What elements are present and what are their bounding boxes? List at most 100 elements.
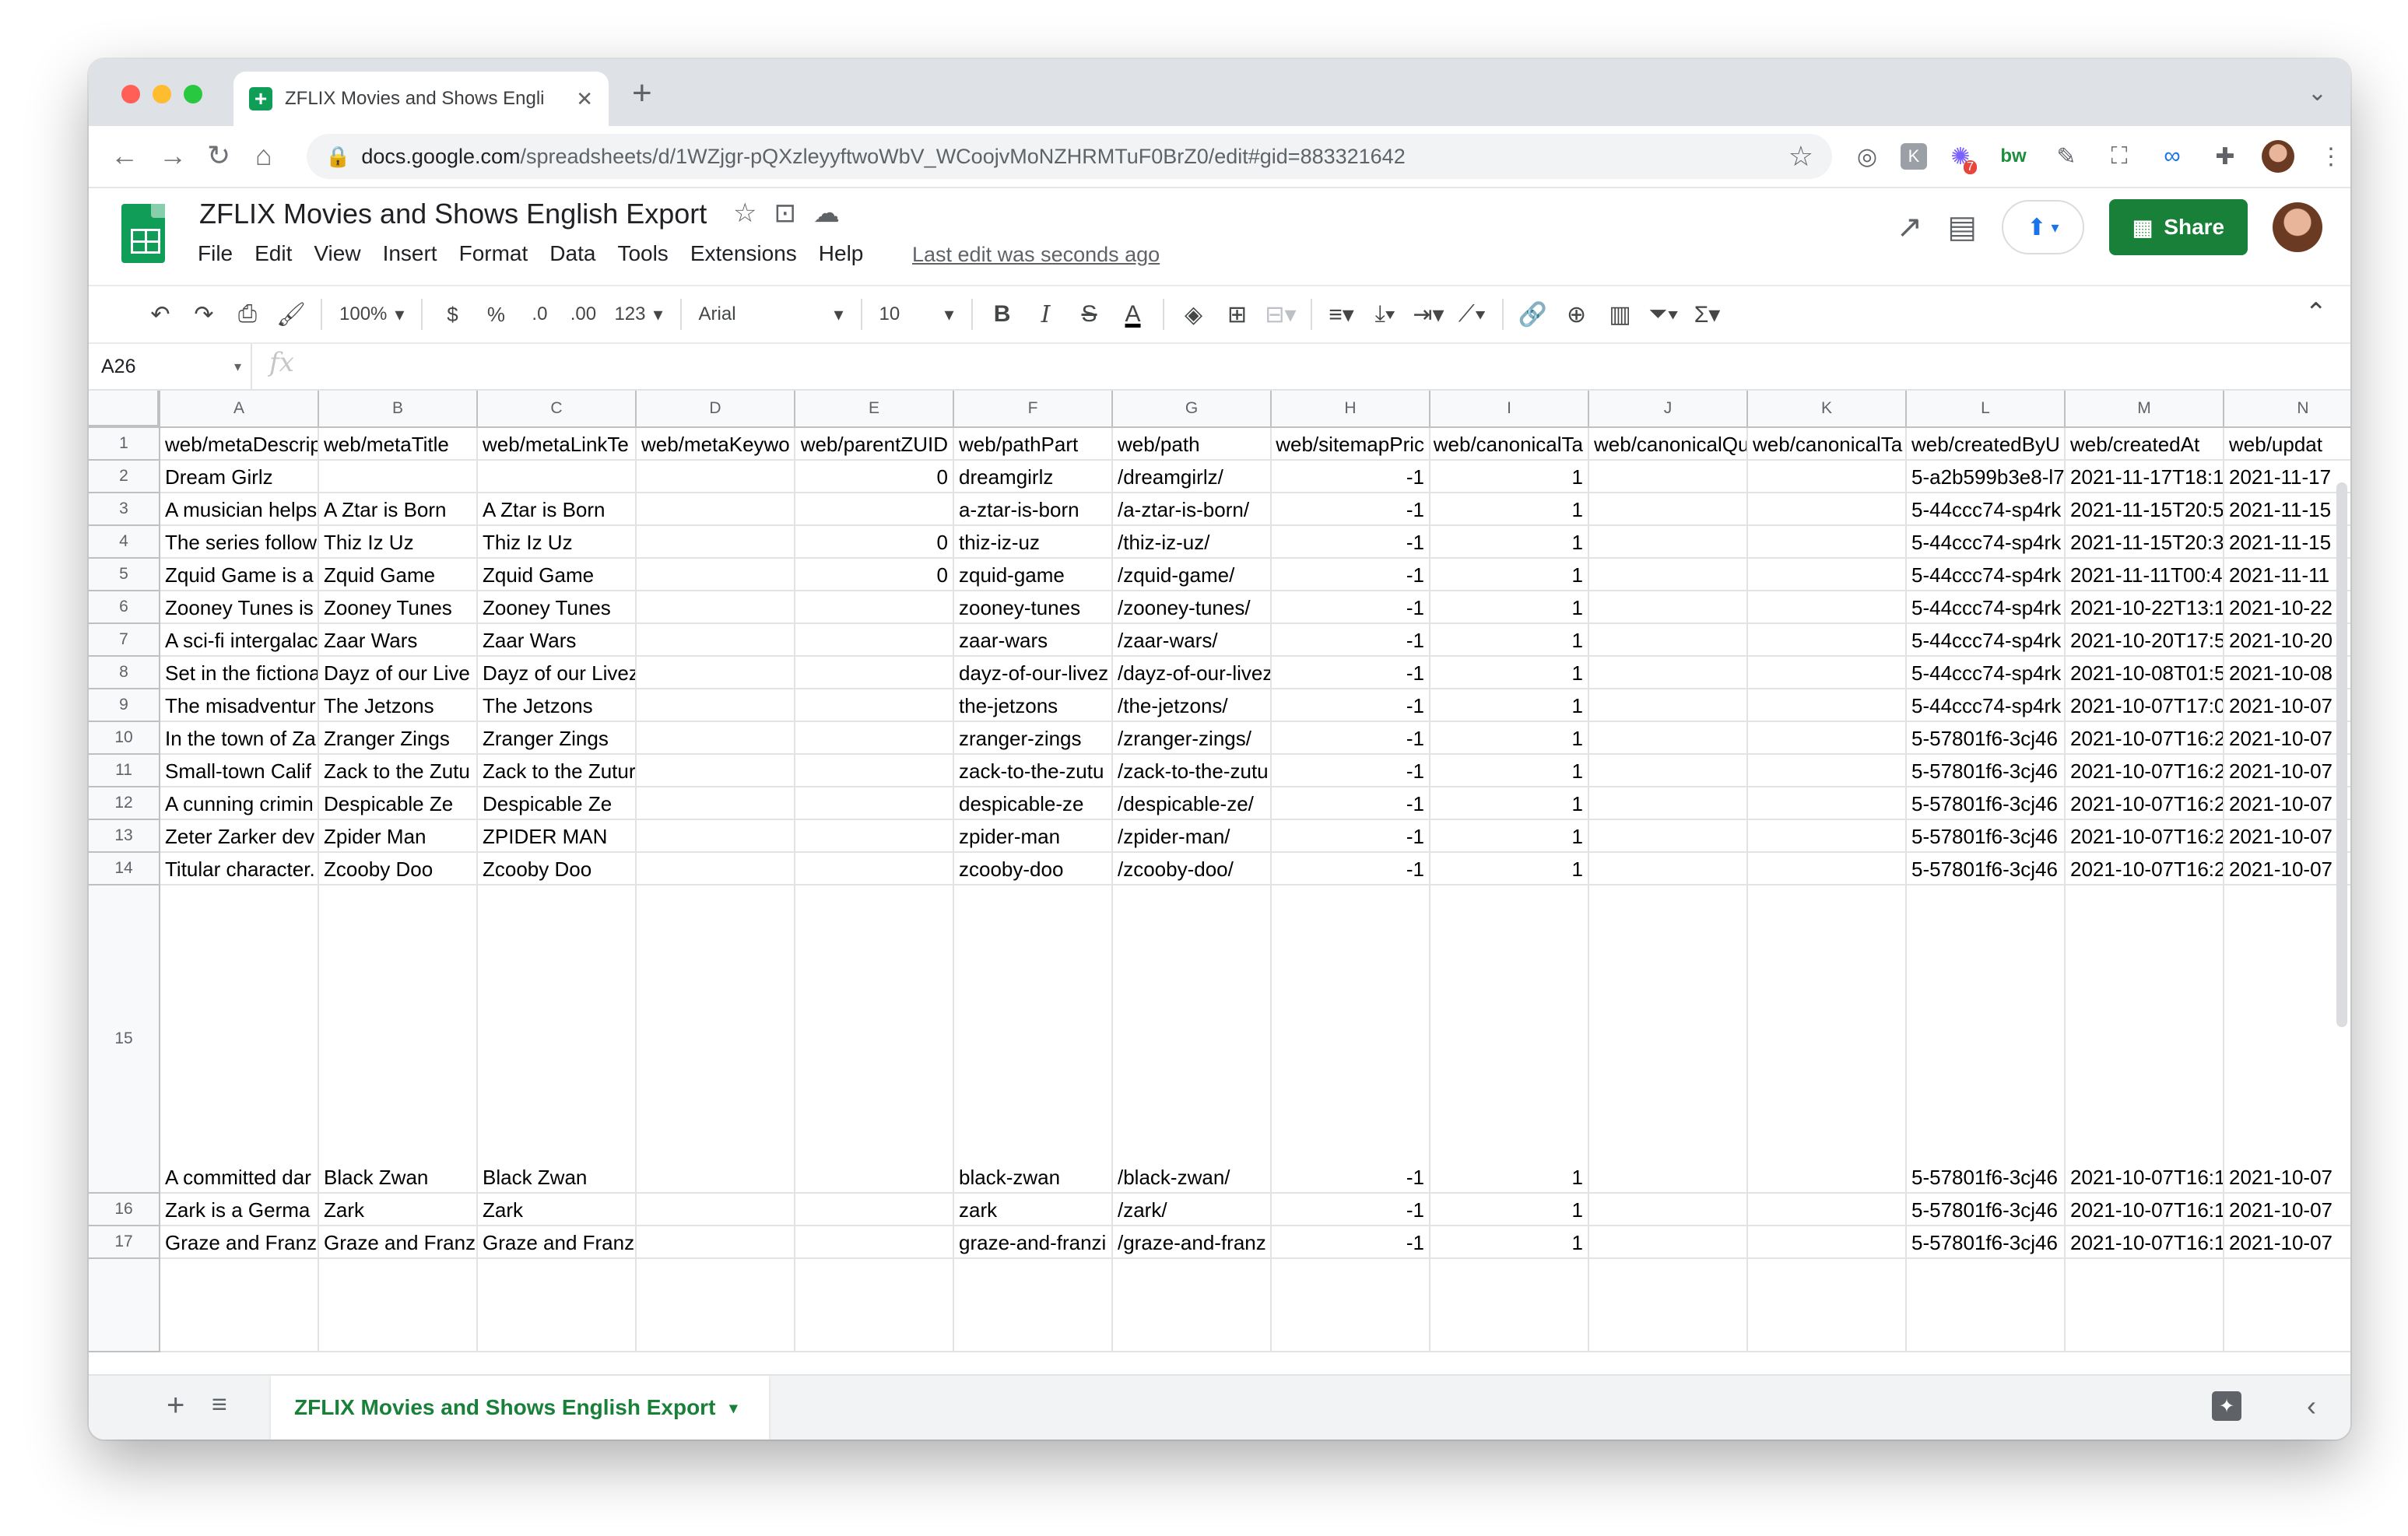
grid-cell[interactable]: Zooney Tunes: [478, 591, 637, 624]
menu-format[interactable]: Format: [459, 241, 528, 266]
vertical-scrollbar[interactable]: [2336, 482, 2347, 1027]
grid-cell[interactable]: The Jetzons: [478, 689, 637, 722]
grid-cell[interactable]: [1589, 1226, 1748, 1259]
grid-cell[interactable]: 5-57801f6-3cj46: [1907, 1226, 2066, 1259]
last-edit-link[interactable]: Last edit was seconds ago: [912, 243, 1160, 267]
extension-icon[interactable]: ◎: [1848, 137, 1887, 176]
grid-cell[interactable]: 5-44ccc74-sp4rk: [1907, 624, 2066, 657]
font-select[interactable]: Arial ▾: [690, 303, 853, 326]
grid-cell[interactable]: zquid-game: [954, 559, 1113, 591]
grid-cell[interactable]: [795, 1194, 954, 1226]
extension-icon[interactable]: ✺ 7: [1941, 137, 1980, 176]
insert-comment-icon[interactable]: ⊕: [1555, 293, 1599, 336]
grid-cell[interactable]: 2021-10-20: [2224, 624, 2350, 657]
menu-data[interactable]: Data: [549, 241, 595, 266]
grid-cell[interactable]: 2021-10-07T16:2: [2066, 853, 2224, 885]
grid-cell[interactable]: [795, 624, 954, 657]
extension-icon[interactable]: bw: [1994, 137, 2033, 176]
grid-cell[interactable]: 1: [1430, 755, 1589, 787]
move-folder-icon[interactable]: ⊡: [774, 198, 796, 229]
grid-cell[interactable]: zark: [954, 1194, 1113, 1226]
font-size-select[interactable]: 10 ▾: [870, 303, 964, 326]
profile-avatar[interactable]: [2259, 137, 2297, 176]
strikethrough-icon[interactable]: S: [1068, 293, 1111, 336]
grid-cell[interactable]: 5-57801f6-3cj46: [1907, 853, 2066, 885]
grid-cell[interactable]: -1: [1272, 624, 1430, 657]
close-window-button[interactable]: [121, 85, 140, 103]
grid-cell[interactable]: Zpider Man: [319, 820, 478, 853]
grid-cell[interactable]: Zark: [478, 1194, 637, 1226]
grid-cell[interactable]: web/canonicalTa: [1748, 428, 1907, 461]
grid-cell[interactable]: /despicable-ze/: [1113, 787, 1272, 820]
percent-format-button[interactable]: %: [474, 293, 518, 336]
grid-cell[interactable]: Graze and Franz: [319, 1226, 478, 1259]
grid-cell[interactable]: Zark is a Germa: [160, 1194, 319, 1226]
spreadsheet-grid[interactable]: A B C D E F G H I J K L M N 1 web/metaDescrip web/metaTi…: [89, 391, 2350, 1416]
grid-cell[interactable]: 2021-11-17T18:1: [2066, 461, 2224, 493]
collapse-toolbar-icon[interactable]: ⌃: [2305, 297, 2328, 328]
row-header[interactable]: 14: [89, 853, 160, 885]
grid-cell[interactable]: [1748, 461, 1907, 493]
grid-cell[interactable]: web/pathPart: [954, 428, 1113, 461]
grid-cell[interactable]: /zack-to-the-zutu: [1113, 755, 1272, 787]
grid-cell[interactable]: web/createdByU: [1907, 428, 2066, 461]
grid-cell[interactable]: [795, 493, 954, 526]
grid-cell[interactable]: /the-jetzons/: [1113, 689, 1272, 722]
grid-cell[interactable]: [1748, 722, 1907, 755]
grid-cell[interactable]: Zooney Tunes is: [160, 591, 319, 624]
grid-cell[interactable]: [1748, 689, 1907, 722]
more-formats-select[interactable]: 123 ▾: [605, 303, 672, 326]
grid-cell[interactable]: [795, 689, 954, 722]
grid-cell[interactable]: [637, 1226, 795, 1259]
grid-cell[interactable]: zooney-tunes: [954, 591, 1113, 624]
grid-cell[interactable]: -1: [1272, 493, 1430, 526]
menu-edit[interactable]: Edit: [254, 241, 292, 266]
grid-cell[interactable]: Zquid Game: [319, 559, 478, 591]
grid-cell[interactable]: [1748, 820, 1907, 853]
grid-cell[interactable]: Zcooby Doo: [478, 853, 637, 885]
grid-cell[interactable]: [2066, 1259, 2224, 1352]
vertical-align-icon[interactable]: ⤓▾: [1364, 293, 1407, 336]
grid-cell[interactable]: Zcooby Doo: [319, 853, 478, 885]
grid-cell[interactable]: 2021-10-07: [2224, 853, 2350, 885]
grid-cell[interactable]: [1589, 787, 1748, 820]
grid-cell[interactable]: [478, 461, 637, 493]
grid-cell[interactable]: 2021-10-07: [2224, 689, 2350, 722]
grid-cell[interactable]: -1: [1272, 820, 1430, 853]
column-header[interactable]: H: [1272, 391, 1430, 428]
merge-cells-icon[interactable]: ⊟▾: [1259, 293, 1303, 336]
print-icon[interactable]: ⎙: [226, 293, 269, 336]
grid-cell[interactable]: 1: [1430, 689, 1589, 722]
grid-cell[interactable]: [1748, 526, 1907, 559]
back-icon[interactable]: ←: [111, 140, 139, 171]
grid-cell[interactable]: [1589, 624, 1748, 657]
grid-cell[interactable]: Dream Girlz: [160, 461, 319, 493]
grid-cell[interactable]: Zquid Game is a: [160, 559, 319, 591]
menu-extensions[interactable]: Extensions: [690, 241, 797, 266]
grid-cell[interactable]: [1589, 820, 1748, 853]
grid-cell[interactable]: Graze and Franz: [160, 1226, 319, 1259]
grid-cell[interactable]: /graze-and-franz: [1113, 1226, 1272, 1259]
grid-cell[interactable]: Zack to the Zutu: [319, 755, 478, 787]
grid-cell[interactable]: [160, 1259, 319, 1352]
grid-cell[interactable]: 2021-10-07: [2224, 722, 2350, 755]
home-icon[interactable]: ⌂: [255, 140, 272, 171]
grid-cell[interactable]: [1589, 885, 1748, 1194]
grid-cell[interactable]: [637, 722, 795, 755]
grid-cell[interactable]: [637, 1259, 795, 1352]
grid-cell[interactable]: 2021-11-11T00:4: [2066, 559, 2224, 591]
explore-icon[interactable]: ✦: [2212, 1391, 2241, 1421]
grid-cell[interactable]: [637, 853, 795, 885]
grid-cell[interactable]: [1589, 657, 1748, 689]
grid-cell[interactable]: /dayz-of-our-livez: [1113, 657, 1272, 689]
add-sheet-icon[interactable]: +: [167, 1388, 184, 1423]
grid-cell[interactable]: Dayz of our Livez: [478, 657, 637, 689]
grid-cell[interactable]: 1: [1430, 526, 1589, 559]
grid-cell[interactable]: 5-44ccc74-sp4rk: [1907, 657, 2066, 689]
bookmark-star-icon[interactable]: ☆: [1788, 140, 1813, 173]
tab-close-icon[interactable]: ✕: [576, 87, 593, 111]
extension-icon[interactable]: K: [1901, 143, 1927, 170]
grid-cell[interactable]: [1589, 689, 1748, 722]
grid-cell[interactable]: -1: [1272, 526, 1430, 559]
grid-cell[interactable]: -1: [1272, 853, 1430, 885]
